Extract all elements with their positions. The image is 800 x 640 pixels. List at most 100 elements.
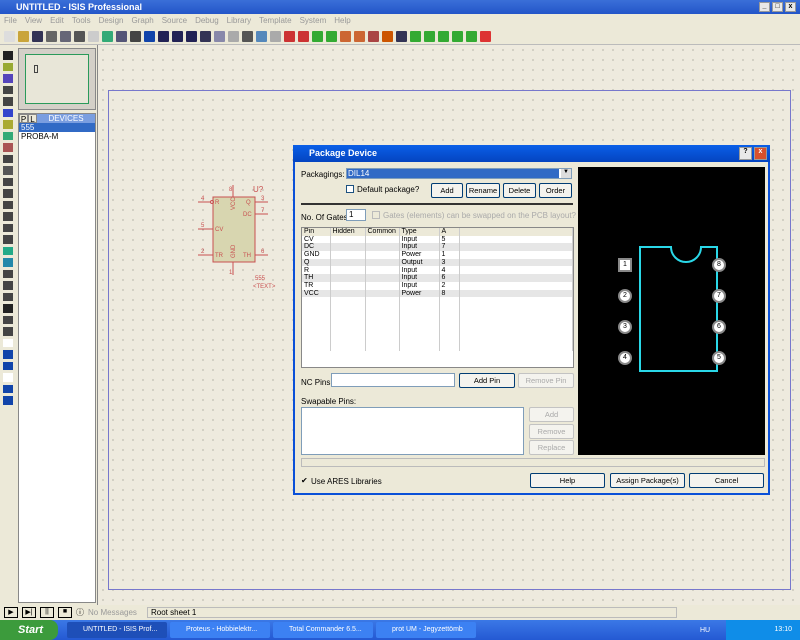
mode-tool-icon[interactable] bbox=[3, 269, 13, 279]
help-icon[interactable]: ? bbox=[739, 147, 752, 160]
add-pin-button[interactable]: Add Pin bbox=[459, 373, 515, 388]
toolbar-button-icon[interactable] bbox=[74, 31, 85, 42]
mode-tool-icon[interactable] bbox=[3, 177, 13, 187]
add-package-button[interactable]: Add bbox=[431, 183, 463, 198]
mode-tool-icon[interactable] bbox=[3, 62, 13, 72]
swapable-pins-list[interactable] bbox=[301, 407, 524, 455]
toolbar-button-icon[interactable] bbox=[46, 31, 57, 42]
stop-button[interactable]: ■ bbox=[58, 607, 72, 618]
mode-tool-icon[interactable] bbox=[3, 258, 13, 267]
task-isis[interactable]: UNTITLED - ISIS Prof... bbox=[67, 622, 167, 638]
mode-tool-icon[interactable] bbox=[3, 373, 13, 382]
table-row[interactable]: TH Input 6 bbox=[302, 274, 573, 282]
table-row[interactable]: VCC Power 8 bbox=[302, 289, 573, 298]
mode-tool-icon[interactable] bbox=[3, 396, 13, 405]
toolbar-button-icon[interactable] bbox=[256, 31, 267, 42]
menu-source[interactable]: Source bbox=[162, 14, 187, 28]
library-tab[interactable]: L bbox=[28, 114, 37, 124]
pause-button[interactable]: || bbox=[40, 607, 54, 618]
table-row[interactable]: DC Input 7 bbox=[302, 243, 573, 252]
mode-tool-icon[interactable] bbox=[3, 131, 13, 141]
toolbar-button-icon[interactable] bbox=[270, 31, 281, 42]
chevron-down-icon[interactable]: ▼ bbox=[561, 169, 571, 178]
toolbar-button-icon[interactable] bbox=[284, 31, 295, 42]
device-item[interactable]: PROBA-M bbox=[19, 132, 95, 141]
mode-tool-icon[interactable] bbox=[3, 350, 13, 359]
menu-design[interactable]: Design bbox=[99, 14, 124, 28]
swap-add-button[interactable]: Add bbox=[529, 407, 574, 422]
mode-tool-icon[interactable] bbox=[3, 74, 13, 83]
mode-tool-icon[interactable] bbox=[3, 212, 13, 221]
packagings-select[interactable]: DIL14 ▼ bbox=[346, 168, 572, 179]
toolbar-button-icon[interactable] bbox=[382, 31, 393, 42]
menu-view[interactable]: View bbox=[25, 14, 42, 28]
use-ares-checkbox[interactable]: ✔ bbox=[301, 476, 308, 485]
mode-tool-icon[interactable] bbox=[3, 143, 13, 152]
toolbar-button-icon[interactable] bbox=[88, 31, 99, 42]
device-item[interactable]: 555 bbox=[19, 123, 95, 132]
delete-button[interactable]: Delete bbox=[503, 183, 536, 198]
rename-button[interactable]: Rename bbox=[466, 183, 500, 198]
toolbar-button-icon[interactable] bbox=[368, 31, 379, 42]
mode-tool-icon[interactable] bbox=[3, 384, 13, 394]
step-button[interactable]: ▶| bbox=[22, 607, 36, 618]
toolbar-button-icon[interactable] bbox=[18, 31, 29, 42]
toolbar-button-icon[interactable] bbox=[410, 31, 421, 42]
menu-edit[interactable]: Edit bbox=[50, 14, 64, 28]
mode-tool-icon[interactable] bbox=[3, 223, 13, 233]
start-button[interactable]: Start bbox=[0, 620, 58, 640]
gates-swap-checkbox[interactable] bbox=[372, 211, 380, 219]
menu-system[interactable]: System bbox=[300, 14, 327, 28]
mode-tool-icon[interactable] bbox=[3, 361, 13, 371]
mode-tool-icon[interactable] bbox=[3, 154, 13, 164]
mode-tool-icon[interactable] bbox=[3, 246, 13, 256]
mode-tool-icon[interactable] bbox=[3, 200, 13, 210]
toolbar-button-icon[interactable] bbox=[186, 31, 197, 42]
menu-tools[interactable]: Tools bbox=[72, 14, 91, 28]
mode-tool-icon[interactable] bbox=[3, 166, 13, 175]
toolbar-button-icon[interactable] bbox=[354, 31, 365, 42]
pin-table[interactable]: Pin Hidden Common Type A CV Input 5 DC Input… bbox=[301, 227, 574, 368]
gates-input[interactable]: 1 bbox=[346, 209, 366, 221]
toolbar-button-icon[interactable] bbox=[158, 31, 169, 42]
mode-tool-icon[interactable] bbox=[3, 108, 13, 118]
toolbar-button-icon[interactable] bbox=[32, 31, 43, 42]
maximize-button[interactable]: □ bbox=[772, 2, 783, 12]
toolbar-button-icon[interactable] bbox=[60, 31, 71, 42]
menu-file[interactable]: File bbox=[4, 14, 17, 28]
table-row[interactable]: CV Input 5 bbox=[302, 235, 573, 244]
order-button[interactable]: Order bbox=[539, 183, 572, 198]
minimize-button[interactable]: _ bbox=[759, 2, 770, 12]
task-notepad[interactable]: prot UM - Jegyzettömb bbox=[376, 622, 476, 638]
dialog-close-button[interactable]: x bbox=[754, 147, 767, 160]
col-a[interactable]: A bbox=[439, 228, 460, 236]
toolbar-button-icon[interactable] bbox=[200, 31, 211, 42]
mode-tool-icon[interactable] bbox=[3, 338, 13, 348]
menu-library[interactable]: Library bbox=[227, 14, 251, 28]
close-button[interactable]: x bbox=[785, 2, 796, 12]
menu-debug[interactable]: Debug bbox=[195, 14, 219, 28]
swap-replace-button[interactable]: Replace bbox=[529, 440, 574, 455]
toolbar-button-icon[interactable] bbox=[424, 31, 435, 42]
mode-tool-icon[interactable] bbox=[3, 235, 13, 244]
toolbar-button-icon[interactable] bbox=[144, 31, 155, 42]
toolbar-button-icon[interactable] bbox=[214, 31, 225, 42]
toolbar-button-icon[interactable] bbox=[312, 31, 323, 42]
mode-tool-icon[interactable] bbox=[3, 315, 13, 325]
toolbar-button-icon[interactable] bbox=[452, 31, 463, 42]
mode-tool-icon[interactable] bbox=[3, 304, 13, 313]
toolbar-button-icon[interactable] bbox=[340, 31, 351, 42]
toolbar-button-icon[interactable] bbox=[130, 31, 141, 42]
ic-555-symbol[interactable]: R CV TR Q DC TH VCC GND 4 5 2 3 7 6 8 1 … bbox=[193, 180, 283, 295]
task-total-commander[interactable]: Total Commander 6.5... bbox=[273, 622, 373, 638]
table-row[interactable]: GND Power 1 bbox=[302, 251, 573, 259]
toolbar-button-icon[interactable] bbox=[116, 31, 127, 42]
help-button[interactable]: Help bbox=[530, 473, 605, 488]
mode-tool-icon[interactable] bbox=[3, 120, 13, 129]
cancel-button[interactable]: Cancel bbox=[689, 473, 764, 488]
swap-remove-button[interactable]: Remove bbox=[529, 424, 574, 439]
toolbar-button-icon[interactable] bbox=[4, 31, 15, 42]
mode-tool-icon[interactable] bbox=[3, 51, 13, 60]
table-row[interactable]: Q Output 3 bbox=[302, 258, 573, 267]
col-type[interactable]: Type bbox=[399, 228, 440, 236]
